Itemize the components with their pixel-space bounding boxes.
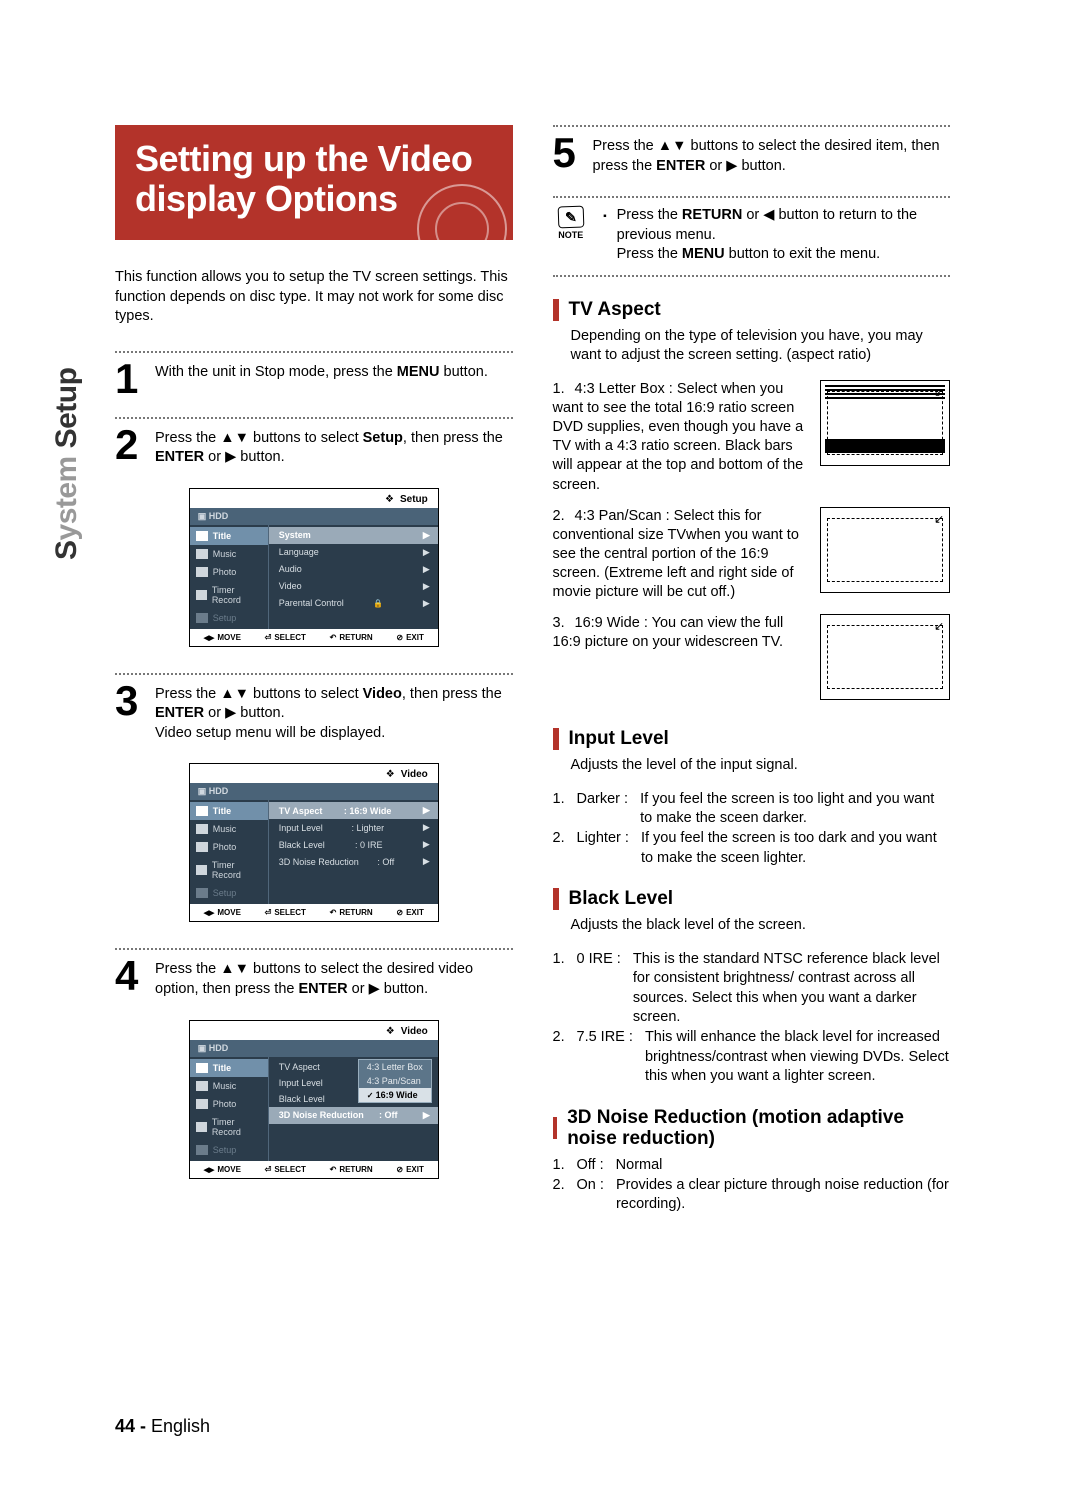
black-level-list: 1.0 IRE : This is the standard NTSC refe… bbox=[553, 950, 951, 1087]
right-column: 5 Press the ▲▼ buttons to select the des… bbox=[553, 125, 951, 1235]
input-level-list: 1.Darker : If you feel the screen is too… bbox=[553, 790, 951, 868]
page-title: Setting up the Video display Options bbox=[115, 125, 513, 240]
note-icon: NOTE bbox=[553, 206, 590, 265]
tv-aspect-desc: Depending on the type of television you … bbox=[571, 327, 951, 366]
page-number: 44 - English bbox=[115, 1416, 210, 1437]
step-3: 3 Press the ▲▼ buttons to select Video, … bbox=[115, 683, 513, 744]
left-column: Setting up the Video display Options Thi… bbox=[115, 125, 513, 1235]
osd-aspect-submenu: ❖Video ▣ HDD Title Music Photo Timer Rec… bbox=[189, 1020, 439, 1179]
heading-input-level: Input Level bbox=[553, 728, 951, 750]
divider bbox=[115, 948, 513, 950]
black-level-desc: Adjusts the black level of the screen. bbox=[571, 916, 951, 936]
osd-setup-menu: ❖Setup ▣ HDD Title Music Photo Timer Rec… bbox=[189, 488, 439, 647]
input-level-desc: Adjusts the level of the input signal. bbox=[571, 756, 951, 776]
tv-aspect-opt-1: 1.4:3 Letter Box : Select when you want … bbox=[553, 380, 951, 495]
divider bbox=[115, 351, 513, 353]
intro-text: This function allows you to setup the TV… bbox=[115, 268, 513, 327]
step-4: 4 Press the ▲▼ buttons to select the des… bbox=[115, 958, 513, 999]
aspect-thumb-wide: ↙ bbox=[820, 614, 950, 700]
osd-video-menu: ❖Video ▣ HDD Title Music Photo Timer Rec… bbox=[189, 763, 439, 922]
aspect-thumb-letterbox: ↙ bbox=[820, 380, 950, 466]
section-label: System Setup bbox=[50, 368, 84, 560]
divider bbox=[553, 125, 951, 127]
aspect-thumb-panscan: ↙ bbox=[820, 507, 950, 593]
tv-aspect-opt-2: 2.4:3 Pan/Scan : Select this for convent… bbox=[553, 507, 951, 603]
noise-list: 1.Off : Normal 2.On : Provides a clear p… bbox=[553, 1156, 951, 1215]
heading-3d-nr: 3D Noise Reduction (motion adaptive nois… bbox=[553, 1107, 951, 1151]
step-1: 1 With the unit in Stop mode, press the … bbox=[115, 361, 513, 397]
divider bbox=[115, 417, 513, 419]
step-2: 2 Press the ▲▼ buttons to select Setup, … bbox=[115, 427, 513, 468]
divider bbox=[115, 673, 513, 675]
note-block: NOTE Press the RETURN or ◀ button to ret… bbox=[553, 196, 951, 277]
step-5: 5 Press the ▲▼ buttons to select the des… bbox=[553, 135, 951, 176]
heading-black-level: Black Level bbox=[553, 888, 951, 910]
tv-aspect-opt-3: 3.16:9 Wide : You can view the full 16:9… bbox=[553, 614, 951, 700]
disc-graphic-icon bbox=[417, 184, 507, 240]
heading-tv-aspect: TV Aspect bbox=[553, 299, 951, 321]
